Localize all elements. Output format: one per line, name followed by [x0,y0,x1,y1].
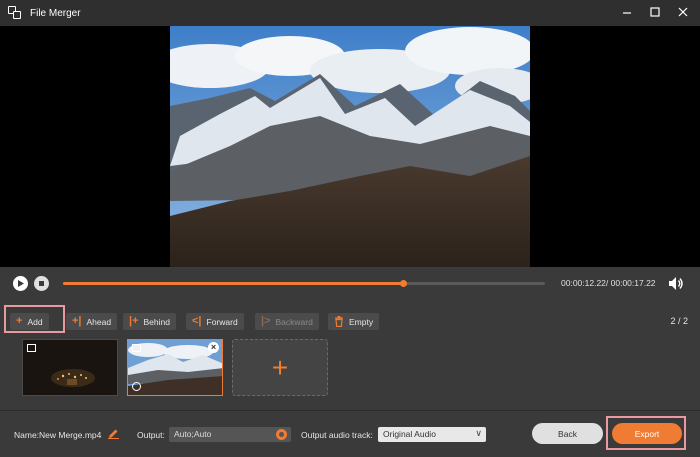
video-frame-image [170,26,530,267]
bottom-bar: Name:New Merge.mp4 Output: Auto;Auto Out… [0,410,700,457]
trash-icon [335,316,343,327]
progress-fill [63,282,403,285]
time-readout: 00:00:12.22/ 00:00:17.22 [561,278,656,288]
output-value: Auto;Auto [174,429,212,439]
audio-track-select[interactable]: Original Audio ∨ [378,427,486,442]
output-name-label: Name:New Merge.mp4 [14,430,102,440]
output-label: Output: [137,430,165,440]
ahead-button[interactable]: +| Ahead [66,313,118,330]
maximize-button[interactable] [648,5,662,19]
volume-icon[interactable] [668,276,684,291]
play-icon [18,280,24,287]
progress-slider[interactable] [63,280,545,287]
behind-label: Behind [143,316,170,327]
minimize-icon [623,12,631,14]
clip-page-count: 2 / 2 [670,316,688,326]
ahead-label: Ahead [86,316,112,327]
clip-toolbar: + Add +| Ahead |+ Behind <| Forward |> B… [0,301,700,335]
behind-button[interactable]: |+ Behind [123,313,176,330]
add-button-highlight [4,305,65,333]
remove-clip-icon[interactable]: × [208,342,219,353]
backward-label: Backward [275,316,313,327]
insert-behind-icon: |+ [129,315,139,327]
close-icon [678,7,688,17]
gear-icon[interactable] [276,429,287,440]
app-icon [8,6,22,20]
export-button[interactable]: Export [612,423,682,444]
plus-icon: + [271,351,289,383]
film-icon [27,344,36,352]
forward-label: Forward [206,316,238,327]
close-button[interactable] [676,5,690,19]
move-forward-icon: <| [192,315,202,327]
insert-ahead-icon: +| [72,315,82,327]
stop-icon [39,281,44,286]
move-backward-icon: |> [261,315,271,327]
audio-track-label: Output audio track: [301,430,373,440]
backward-button[interactable]: |> Backward [255,313,319,330]
forward-button[interactable]: <| Forward [186,313,244,330]
clip-thumbnail-2[interactable]: × [127,339,223,396]
empty-label: Empty [349,316,374,327]
maximize-icon [650,7,660,17]
film-icon [132,344,141,352]
stop-button[interactable] [34,276,49,291]
window-title: File Merger [30,7,81,19]
clip-thumbnail-1[interactable] [22,339,118,396]
audio-track-value: Original Audio [383,429,436,439]
progress-handle[interactable] [399,280,407,287]
back-button[interactable]: Back [532,423,603,444]
add-clip-placeholder[interactable]: + [232,339,328,396]
player-controls: 00:00:12.22/ 00:00:17.22 [0,267,700,301]
empty-button[interactable]: Empty [328,313,380,330]
chevron-down-icon: ∨ [475,428,482,438]
title-bar: File Merger [0,0,700,26]
play-button[interactable] [13,276,28,291]
clip-strip: × + [0,335,700,405]
night-scene-thumbnail [23,340,117,395]
clock-icon[interactable] [132,382,141,391]
minimize-button[interactable] [620,5,634,19]
edit-icon[interactable] [108,428,119,439]
video-preview [0,26,700,267]
output-settings-field[interactable]: Auto;Auto [169,427,291,442]
